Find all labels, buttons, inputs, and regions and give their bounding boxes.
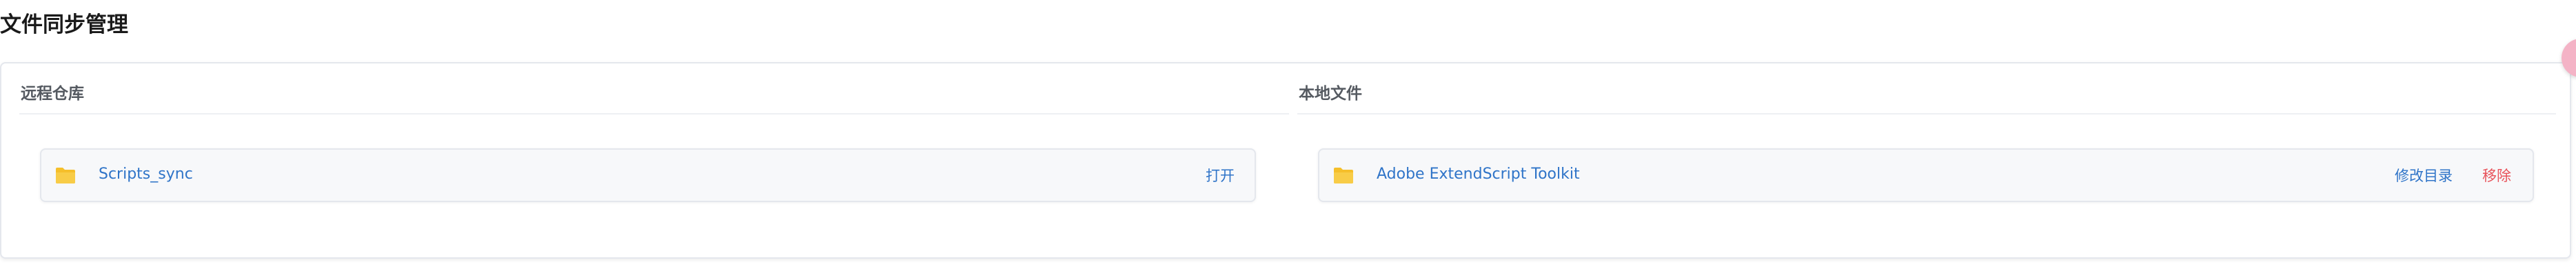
remote-section-title: 远程仓库 [21, 85, 84, 103]
remove-button[interactable]: 移除 [2482, 164, 2511, 188]
local-section-title: 本地文件 [1299, 85, 1362, 103]
local-section-divider [1297, 113, 2556, 115]
remote-item-scripts-sync[interactable]: Scripts_sync 打开 [40, 148, 1256, 202]
folder-icon [1334, 168, 1353, 183]
folder-icon [56, 168, 75, 183]
page-title: 文件同步管理 [0, 12, 128, 37]
local-item-adobe-extendscript-toolkit[interactable]: Adobe ExtendScript Toolkit 修改目录 移除 [1318, 148, 2534, 202]
open-button[interactable]: 打开 [1206, 164, 1235, 188]
local-item-name[interactable]: Adobe ExtendScript Toolkit [1377, 163, 1580, 186]
remote-item-name[interactable]: Scripts_sync [99, 163, 193, 186]
remote-section-divider [19, 113, 1289, 115]
edit-directory-button[interactable]: 修改目录 [2395, 164, 2453, 188]
